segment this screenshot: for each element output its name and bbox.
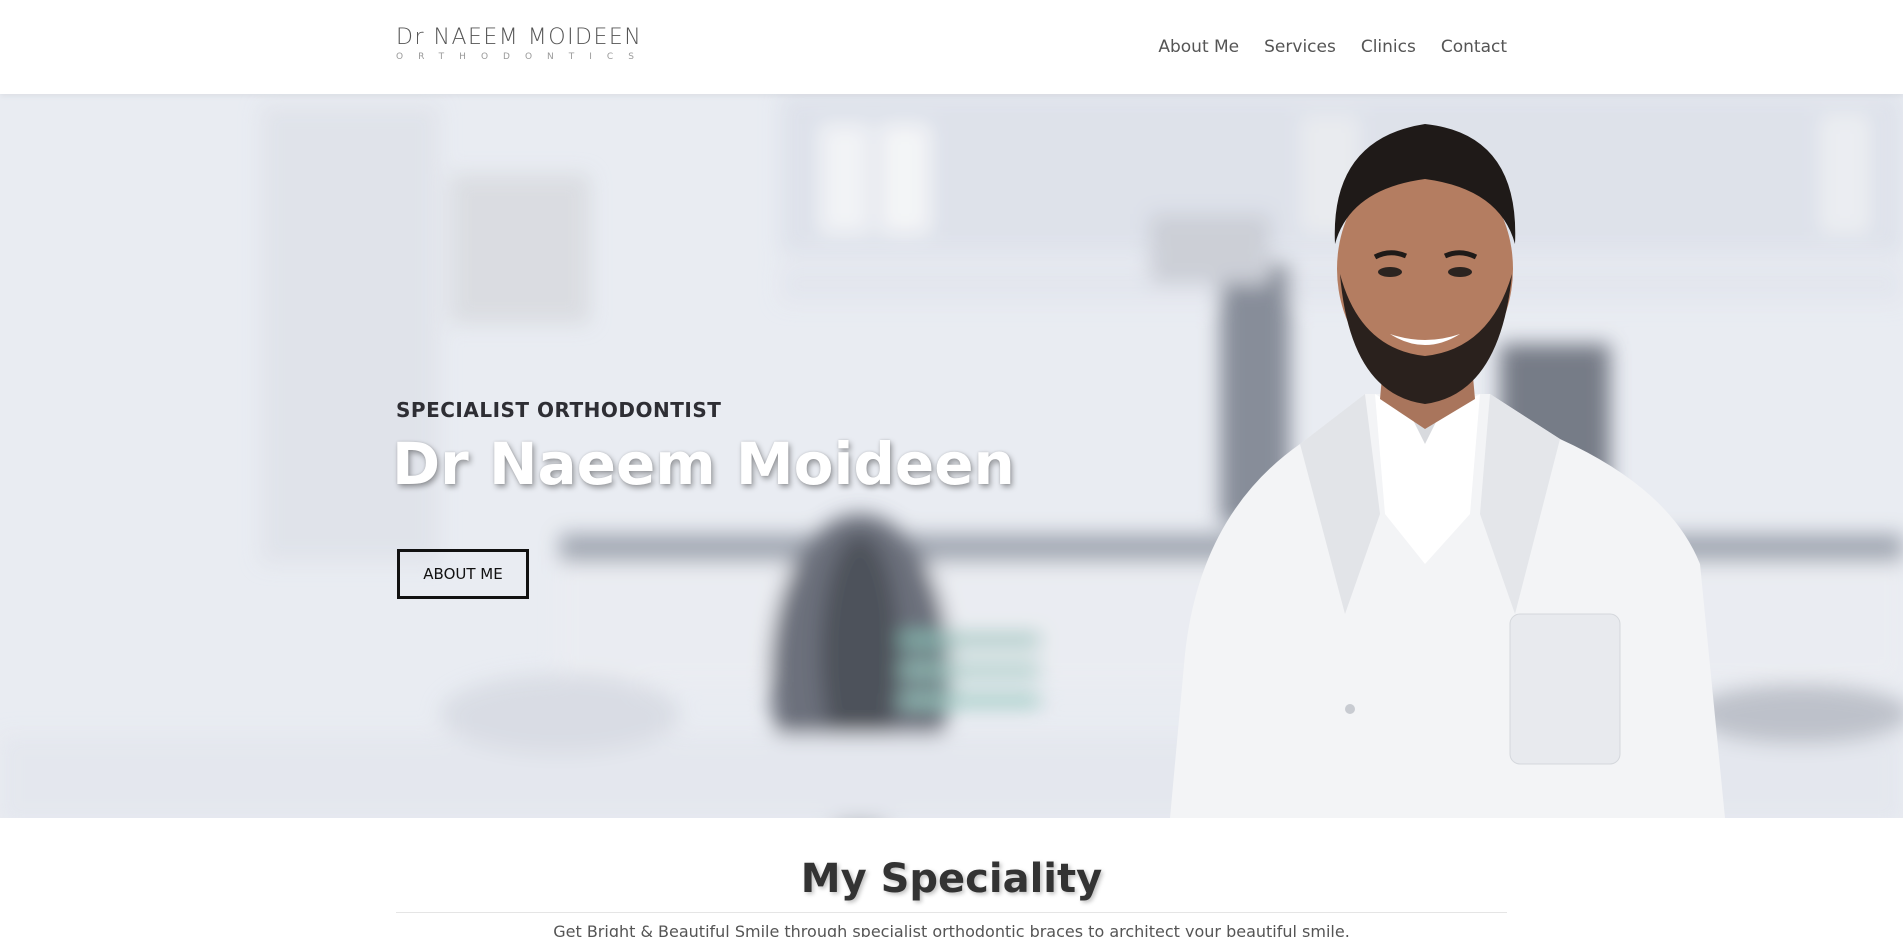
hero-content: SPECIALIST ORTHODONTIST Dr Naeem Moideen… [392,94,1096,818]
speciality-title: My Speciality [800,856,1103,902]
hero-title: Dr Naeem Moideen [392,430,1015,498]
speciality-description: Get Bright & Beautiful Smile through spe… [553,922,1350,937]
nav-clinics[interactable]: Clinics [1361,36,1416,58]
section-divider [396,912,1507,913]
nav-about-me[interactable]: About Me [1158,36,1239,58]
site-logo[interactable]: Dr NAEEM MOIDEEN ORTHODONTICS [396,25,649,66]
doctor-portrait-image [1170,124,1725,818]
logo-prefix: Dr [396,25,425,50]
nav-services[interactable]: Services [1264,36,1336,58]
site-header: Dr NAEEM MOIDEEN ORTHODONTICS About Me S… [0,0,1903,94]
logo-wordmark: Dr NAEEM MOIDEEN [396,25,641,50]
nav-contact[interactable]: Contact [1441,36,1507,58]
hero-eyebrow: SPECIALIST ORTHODONTIST [396,398,722,422]
logo-name: NAEEM MOIDEEN [425,25,643,50]
hero-section: SPECIALIST ORTHODONTIST Dr Naeem Moideen… [0,94,1903,818]
logo-tagline: ORTHODONTICS [396,52,649,62]
about-me-button[interactable]: ABOUT ME [397,549,529,599]
speciality-section: My Speciality Get Bright & Beautiful Smi… [0,818,1903,937]
main-nav: About Me Services Clinics Contact [1133,36,1507,58]
